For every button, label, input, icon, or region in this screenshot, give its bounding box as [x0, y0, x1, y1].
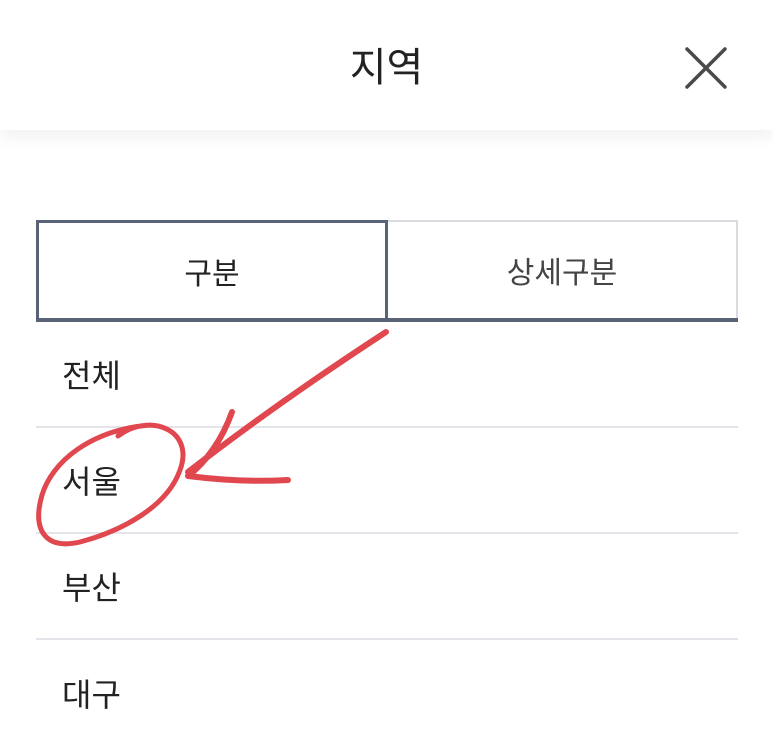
close-icon	[685, 47, 727, 89]
modal-header: 지역	[0, 0, 773, 130]
tab-category[interactable]: 구분	[36, 220, 388, 318]
page-title: 지역	[349, 45, 424, 91]
list-item-busan[interactable]: 부산	[36, 534, 738, 640]
tab-bar: 구분 상세구분	[36, 220, 738, 318]
list-item-seoul[interactable]: 서울	[36, 428, 738, 534]
tab-sub-category[interactable]: 상세구분	[388, 220, 738, 318]
close-button[interactable]	[678, 40, 734, 96]
list-item-daegu[interactable]: 대구	[36, 640, 738, 746]
region-list: 전체 서울 부산 대구	[36, 322, 738, 746]
list-item-all[interactable]: 전체	[36, 322, 738, 428]
